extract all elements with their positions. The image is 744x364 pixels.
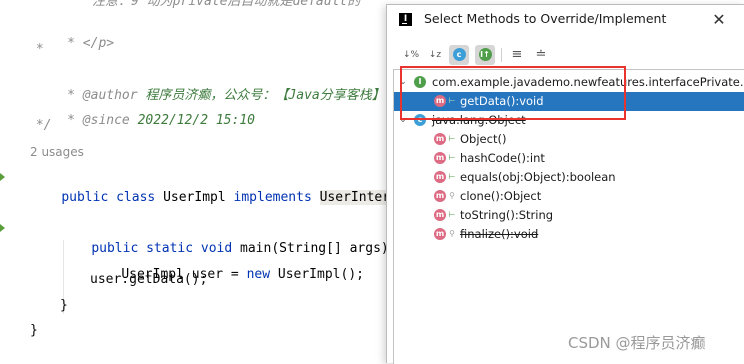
code-line-doc-blank: * <box>28 42 44 57</box>
implements-gutter-icon[interactable] <box>0 173 5 181</box>
code-line-close-method: } <box>60 298 68 313</box>
tree-node-method-object[interactable]: m ⊢ Object() <box>394 130 744 149</box>
run-gutter-icon[interactable] <box>0 224 5 232</box>
annotation-highlight-box <box>400 66 626 120</box>
method-icon: m <box>434 171 446 183</box>
code-line-doc-end: */ <box>28 118 52 133</box>
public-icon: ⊢ <box>448 210 456 219</box>
tree-node-method-equals[interactable]: m ⊢ equals(obj:Object):boolean <box>394 168 744 187</box>
class-icon: c <box>452 48 466 61</box>
method-icon: m <box>434 190 446 202</box>
protected-icon: ⚲ <box>449 229 455 238</box>
tree-node-method-clone[interactable]: m ⚲ clone():Object <box>394 187 744 206</box>
code-line-class-decl: public class UserImpl implements UserInt… <box>61 190 422 205</box>
tree-node-label: toString():String <box>460 208 554 222</box>
public-icon: ⊢ <box>448 172 456 181</box>
dialog-title: Select Methods to Override/Implement <box>424 11 667 26</box>
public-icon: ⊢ <box>448 134 456 143</box>
code-line-doc-p: * </p> <box>59 36 115 51</box>
intellij-logo-icon: I <box>399 13 412 26</box>
code-line-close-class: } <box>30 323 38 338</box>
show-interfaces-button[interactable]: I↑ <box>475 45 495 65</box>
protected-icon: ⚲ <box>449 191 455 200</box>
expand-all-button[interactable]: ≡ <box>507 45 527 65</box>
code-line-stmt-new: UserImpl user = new UserImpl(); <box>121 267 364 282</box>
tree-node-method-finalize[interactable]: m ⚲ finalize():void <box>394 225 744 244</box>
method-icon: m <box>434 152 446 164</box>
code-line-doc-author: * @author 程序员济癫，公众号：【Java分享客栈】 <box>59 88 385 103</box>
method-icon: m <box>434 228 446 240</box>
sort-alphabetically-button[interactable]: ↓z <box>425 45 445 65</box>
code-line-main-decl: public static void main(String[] args) { <box>91 241 405 256</box>
public-icon: ⊢ <box>448 153 456 162</box>
tree-node-label: hashCode():int <box>460 151 545 165</box>
sort-by-visibility-button[interactable]: ↓% <box>401 45 421 65</box>
tree-node-label: finalize():void <box>460 227 539 241</box>
method-icon: m <box>434 133 446 145</box>
method-icon: m <box>434 209 446 221</box>
show-classes-button[interactable]: c <box>449 45 469 65</box>
usages-hint[interactable]: 2 usages <box>30 142 84 162</box>
tree-node-label: Object() <box>460 132 507 146</box>
dialog-titlebar[interactable]: I Select Methods to Override/Implement ✕ <box>387 5 744 35</box>
tree-node-method-tostring[interactable]: m ⊢ toString():String <box>394 206 744 225</box>
tree-node-method-hashcode[interactable]: m ⊢ hashCode():int <box>394 149 744 168</box>
tree-node-label: clone():Object <box>460 189 542 203</box>
code-line-stmt-call: user.getData(); <box>90 272 208 287</box>
code-line-comment-partial: 注意：9 动为private后自动就是default的 <box>92 0 361 9</box>
tree-node-label: equals(obj:Object):boolean <box>460 170 616 184</box>
interface-icon: I↑ <box>478 48 492 61</box>
close-button[interactable]: ✕ <box>707 8 731 32</box>
toolbar-divider <box>501 48 502 62</box>
override-methods-dialog: I Select Methods to Override/Implement ✕… <box>386 4 744 364</box>
watermark-text: CSDN @程序员济癫 <box>568 334 706 352</box>
code-line-doc-since: * @since 2022/12/2 15:10 <box>59 113 255 128</box>
collapse-all-button[interactable]: ≐ <box>531 45 551 65</box>
